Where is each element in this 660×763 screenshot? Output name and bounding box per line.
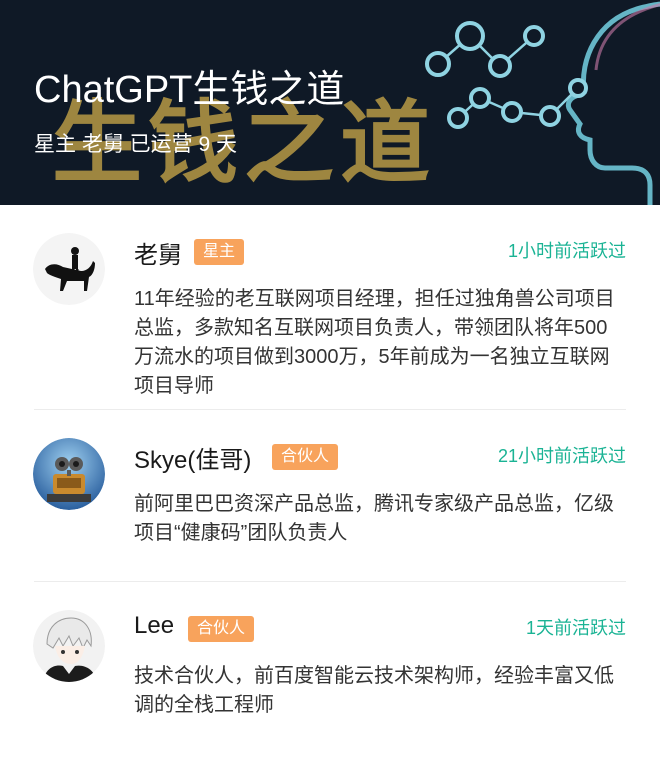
member-card[interactable]: Lee 合伙人 1天前活跃过 技术合伙人，前百度智能云技术架构师，经验丰富又低调…: [0, 582, 660, 762]
last-active-status: 1小时前活跃过: [507, 241, 626, 261]
avatar[interactable]: [33, 438, 105, 510]
member-bio: 前阿里巴巴资深产品总监，腾讯专家级产品总监，亿级项目“健康码”团队负责人: [134, 493, 614, 544]
member-card[interactable]: Skye(佳哥) 合伙人 21小时前活跃过 前阿里巴巴资深产品总监，腾讯专家级产…: [0, 410, 660, 582]
member-bio: 技术合伙人，前百度智能云技术架构师，经验丰富又低调的全栈工程师: [134, 665, 614, 716]
avatar[interactable]: [33, 610, 105, 682]
member-list: 老舅 星主 1小时前活跃过 11年经验的老互联网项目经理，担任过独角兽公司项目总…: [0, 205, 660, 762]
member-name[interactable]: Skye(佳哥): [134, 440, 251, 475]
anime-character-avatar-icon: [33, 610, 105, 682]
group-title: ChatGPT生钱之道: [34, 69, 345, 111]
group-banner: 生钱之道 ChatGPT生钱之道 星主 老舅 已运营 9 天: [0, 0, 660, 205]
role-badge: 星主: [194, 239, 245, 265]
member-name[interactable]: Lee: [134, 612, 174, 640]
last-active-status: 21小时前活跃过: [497, 446, 626, 466]
member-card[interactable]: 老舅 星主 1小时前活跃过 11年经验的老互联网项目经理，担任过独角兽公司项目总…: [0, 205, 660, 410]
last-active-status: 1天前活跃过: [525, 618, 626, 638]
member-name[interactable]: 老舅: [134, 235, 182, 270]
role-badge: 合伙人: [272, 444, 339, 470]
group-subtitle: 星主 老舅 已运营 9 天: [34, 133, 238, 156]
brain-network-icon: [425, 1, 660, 205]
dog-and-person-avatar-icon: [33, 233, 105, 305]
robot-avatar-icon: [33, 438, 105, 510]
member-bio: 11年经验的老互联网项目经理，担任过独角兽公司项目总监，多款知名互联网项目负责人…: [134, 288, 615, 397]
role-badge: 合伙人: [188, 616, 255, 642]
avatar[interactable]: [33, 233, 105, 305]
